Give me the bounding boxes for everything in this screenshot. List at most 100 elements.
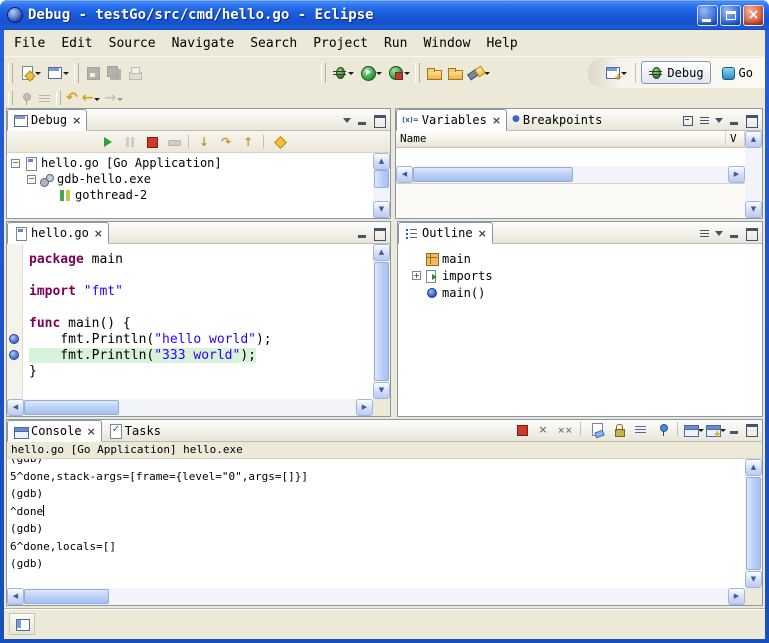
view-menu-icon[interactable] — [714, 113, 725, 127]
toolbar-grip[interactable] — [8, 63, 13, 83]
suspend-button[interactable] — [119, 133, 139, 151]
print-button[interactable] — [124, 60, 145, 86]
scrollbar-thumb[interactable] — [374, 262, 389, 381]
editor-vertical-scrollbar[interactable]: ▲ ▼ — [373, 244, 390, 399]
scroll-down-icon[interactable]: ▼ — [373, 201, 390, 218]
toolbar-grip[interactable] — [56, 91, 61, 105]
tab-variables[interactable]: (x)= Variables × — [396, 109, 507, 131]
collapse-expander-icon[interactable]: − — [11, 159, 20, 168]
breakpoint-marker-icon[interactable] — [9, 334, 19, 344]
tab-breakpoints[interactable]: ● Breakpoints — [507, 109, 607, 130]
minimize-button[interactable] — [697, 5, 718, 26]
debug-perspective-button[interactable]: Debug — [641, 61, 710, 84]
terminate-console-button[interactable] — [511, 420, 531, 438]
menu-run[interactable]: Run — [376, 32, 415, 55]
disconnect-button[interactable] — [163, 133, 183, 151]
console-horizontal-scrollbar[interactable]: ◀ ▶ — [7, 588, 745, 605]
scroll-up-icon[interactable]: ▲ — [745, 131, 762, 148]
menu-source[interactable]: Source — [101, 32, 164, 55]
pin-editor-button[interactable] — [16, 89, 35, 107]
pin-console-button[interactable] — [652, 420, 672, 438]
scrollbar-track[interactable] — [24, 399, 356, 416]
scroll-left-icon[interactable]: ◀ — [396, 166, 413, 183]
minimize-view-icon[interactable] — [727, 422, 742, 436]
scroll-up-icon[interactable]: ▲ — [373, 244, 390, 261]
scrollbar-track[interactable] — [745, 476, 762, 571]
editor-ruler[interactable] — [7, 244, 23, 399]
toolbar-grip[interactable] — [74, 63, 79, 83]
new-window-button[interactable] — [44, 60, 72, 86]
tab-outline[interactable]: Outline × — [398, 222, 493, 244]
open-resource-button[interactable] — [423, 60, 444, 86]
scroll-down-icon[interactable]: ▼ — [745, 571, 762, 588]
last-edit-button[interactable]: ↶ — [64, 89, 80, 107]
scroll-up-icon[interactable]: ▲ — [373, 153, 390, 170]
variables-detail-pane[interactable] — [396, 183, 745, 218]
console-output[interactable]: (gdb) 5^done,stack-args=[frame={level="0… — [7, 459, 745, 588]
minimize-view-icon[interactable] — [727, 226, 742, 240]
back-button[interactable]: ← — [80, 89, 103, 107]
run-button[interactable] — [357, 60, 385, 86]
menu-edit[interactable]: Edit — [53, 32, 100, 55]
tab-debug[interactable]: Debug × — [7, 109, 87, 131]
open-perspective-button[interactable]: + — [602, 60, 630, 86]
maximize-view-icon[interactable] — [372, 113, 387, 127]
step-over-button[interactable]: ↷ — [216, 133, 236, 151]
scroll-right-icon[interactable]: ▶ — [356, 399, 373, 416]
tab-hello-go[interactable]: hello.go × — [7, 222, 109, 244]
sort-icon[interactable] — [697, 226, 712, 240]
remove-all-launches-button[interactable]: ×× — [555, 420, 575, 438]
outline-item-imports[interactable]: + imports — [412, 267, 762, 284]
close-tab-icon[interactable]: × — [490, 115, 501, 126]
fast-view-button[interactable] — [9, 613, 35, 635]
debug-vertical-scrollbar[interactable]: ▲ ▼ — [373, 153, 390, 218]
resume-button[interactable] — [97, 133, 117, 151]
forward-button[interactable]: → — [102, 89, 125, 107]
tab-console[interactable]: Console × — [7, 420, 102, 442]
maximize-view-icon[interactable] — [744, 422, 759, 436]
scrollbar-thumb[interactable] — [24, 400, 119, 415]
scrollbar-track[interactable] — [24, 588, 728, 605]
console-vertical-scrollbar[interactable]: ▲ ▼ — [745, 459, 762, 588]
maximize-view-icon[interactable] — [744, 113, 759, 127]
scrollbar-thumb[interactable] — [374, 170, 389, 188]
minimize-view-icon[interactable] — [355, 113, 370, 127]
external-tools-button[interactable] — [385, 60, 413, 86]
toolbar-grip[interactable] — [415, 63, 420, 83]
scroll-down-icon[interactable]: ▼ — [745, 201, 762, 218]
step-into-button[interactable]: ↓ — [194, 133, 214, 151]
save-all-button[interactable] — [103, 60, 124, 86]
close-tab-icon[interactable]: × — [85, 426, 96, 437]
debug-button[interactable] — [329, 60, 357, 86]
tab-tasks[interactable]: ✓ Tasks — [102, 420, 166, 441]
close-tab-icon[interactable]: × — [70, 115, 81, 126]
display-console-button[interactable] — [683, 420, 703, 438]
name-column-header[interactable]: Name — [396, 131, 726, 147]
variables-horizontal-scrollbar[interactable]: ◀ ▶ — [396, 166, 745, 183]
import-button[interactable] — [444, 60, 465, 86]
scroll-left-icon[interactable]: ◀ — [7, 588, 24, 605]
scrollbar-thumb[interactable] — [746, 477, 761, 570]
instruction-pointer-icon[interactable] — [9, 350, 19, 360]
close-tab-icon[interactable]: × — [92, 228, 103, 239]
outline-item-package[interactable]: main — [412, 250, 762, 267]
menu-project[interactable]: Project — [305, 32, 376, 55]
scrollbar-track[interactable] — [373, 261, 390, 382]
menu-search[interactable]: Search — [242, 32, 305, 55]
scroll-right-icon[interactable]: ▶ — [728, 166, 745, 183]
remove-launch-button[interactable]: × — [533, 420, 553, 438]
open-console-button[interactable]: + — [705, 420, 725, 438]
menu-help[interactable]: Help — [478, 32, 525, 55]
editor-horizontal-scrollbar[interactable]: ◀ ▶ — [7, 399, 373, 416]
scroll-right-icon[interactable]: ▶ — [728, 588, 745, 605]
scrollbar-track[interactable] — [413, 166, 728, 183]
toolbar-grip[interactable] — [8, 91, 13, 105]
value-column-header[interactable]: V — [726, 131, 745, 147]
search-button[interactable] — [465, 60, 493, 86]
outline-item-main-function[interactable]: main() — [412, 284, 762, 301]
go-perspective-button[interactable]: Go — [714, 62, 759, 83]
step-return-button[interactable]: ↑ — [238, 133, 258, 151]
menu-navigate[interactable]: Navigate — [164, 32, 243, 55]
close-tab-icon[interactable]: × — [476, 228, 487, 239]
tree-item-thread[interactable]: gothread-2 — [7, 187, 373, 203]
